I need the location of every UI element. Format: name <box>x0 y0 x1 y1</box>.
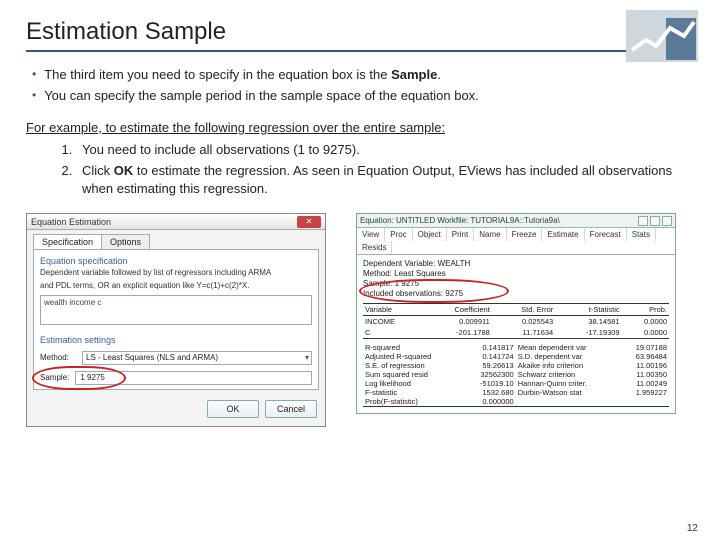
toolbar-forecast[interactable]: Forecast <box>585 228 627 241</box>
output-toolbar: View Proc Object Print Name Freeze Estim… <box>357 228 675 255</box>
method-dropdown[interactable]: LS - Least Squares (NLS and ARMA) <box>82 351 312 365</box>
toolbar-estimate[interactable]: Estimate <box>542 228 584 241</box>
output-title: Equation: UNTITLED Workfile: TUTORIAL9A:… <box>360 216 560 225</box>
table-row: C-201.178811.71634-17.193090.0000 <box>363 327 669 339</box>
step-1: You need to include all observations (1 … <box>76 141 694 160</box>
equation-estimation-dialog: Equation Estimation ✕ Specification Opti… <box>26 213 326 426</box>
output-method: Method: Least Squares <box>363 269 669 279</box>
equation-input[interactable]: wealth income c <box>40 295 312 325</box>
hint-line-2: and PDL terms, OR an explicit equation l… <box>40 281 312 290</box>
group-estimation-settings: Estimation settings <box>40 335 312 345</box>
tab-options[interactable]: Options <box>101 234 150 249</box>
method-label: Method: <box>40 353 78 362</box>
cancel-button[interactable]: Cancel <box>265 400 317 418</box>
bullet-2: You can specify the sample period in the… <box>44 87 479 106</box>
bullet-1-bold: Sample <box>391 67 437 82</box>
toolbar-name[interactable]: Name <box>474 228 506 241</box>
bullet-1-pre: The third item you need to specify in th… <box>44 67 391 82</box>
output-sample: Sample: 1 9275 <box>363 279 669 289</box>
toolbar-print[interactable]: Print <box>447 228 474 241</box>
example-heading: For example, to estimate the following r… <box>26 120 694 135</box>
toolbar-proc[interactable]: Proc <box>385 228 412 241</box>
table-row: INCOME0.0099110.02554338.145810.0000 <box>363 316 669 328</box>
page-number: 12 <box>687 523 698 534</box>
chart-logo-icon <box>626 10 698 62</box>
sample-label: Sample: <box>40 373 69 382</box>
slide-title: Estimation Sample <box>26 18 694 52</box>
tab-specification[interactable]: Specification <box>33 234 102 249</box>
numbered-steps: You need to include all observations (1 … <box>76 141 694 200</box>
output-dependent: Dependent Variable: WEALTH <box>363 259 669 269</box>
hint-line-1: Dependent variable followed by list of r… <box>40 268 312 277</box>
close-icon[interactable]: ✕ <box>297 216 321 228</box>
step-2: Click OK to estimate the regression. As … <box>76 162 694 200</box>
toolbar-object[interactable]: Object <box>413 228 447 241</box>
output-included: Included observations: 9275 <box>363 289 669 299</box>
bullet-list: • The third item you need to specify in … <box>32 66 694 106</box>
toolbar-stats[interactable]: Stats <box>627 228 656 241</box>
ok-button[interactable]: OK <box>207 400 259 418</box>
dialog-title: Equation Estimation <box>31 217 111 227</box>
window-controls-icon[interactable] <box>638 216 672 226</box>
toolbar-resids[interactable]: Resids <box>357 241 392 254</box>
bullet-1-post: . <box>437 67 441 82</box>
statistics-table: R-squared0.141817Mean dependent var19.07… <box>363 343 669 407</box>
toolbar-view[interactable]: View <box>357 228 385 241</box>
coefficients-table: VariableCoefficientStd. Errort-Statistic… <box>363 303 669 341</box>
equation-output-window: Equation: UNTITLED Workfile: TUTORIAL9A:… <box>356 213 676 414</box>
group-equation-spec: Equation specification <box>40 256 312 266</box>
toolbar-freeze[interactable]: Freeze <box>507 228 543 241</box>
sample-input[interactable]: 1 9275 <box>75 371 312 385</box>
